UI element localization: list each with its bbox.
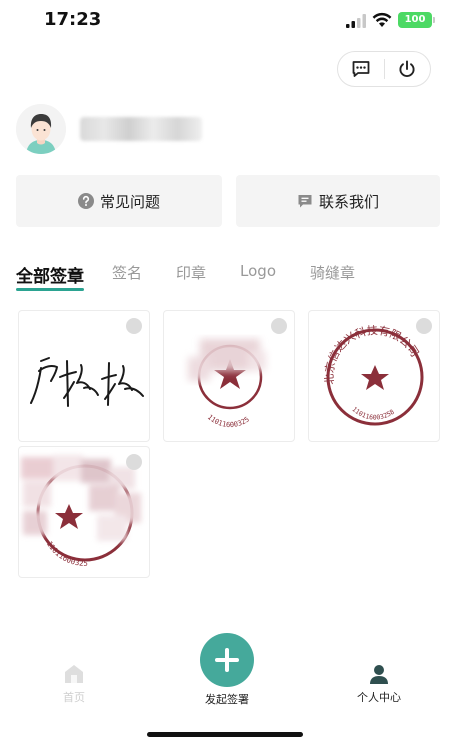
tab-seam-seal[interactable]: 骑缝章 xyxy=(310,262,355,283)
signal-icon xyxy=(346,14,366,28)
top-actions xyxy=(337,51,431,87)
create-signing-label: 发起签署 xyxy=(205,693,249,706)
power-button[interactable] xyxy=(385,52,431,86)
wifi-icon xyxy=(372,12,392,27)
nav-home-label: 首页 xyxy=(63,691,85,704)
faq-label: 常见问题 xyxy=(99,192,160,211)
seal-card-stamp-2[interactable]: 北京信达兴科技有限公司 110116003258 xyxy=(308,310,440,442)
seal-tabs: 全部签章 签名 印章 Logo 骑缝章 xyxy=(16,262,389,292)
contact-us-button[interactable]: 联系我们 xyxy=(236,175,440,227)
battery-indicator: 100 xyxy=(398,12,435,28)
nav-home[interactable]: 首页 xyxy=(44,663,104,705)
message-icon xyxy=(298,195,312,208)
select-checkbox[interactable] xyxy=(126,454,142,470)
faq-button[interactable]: 常见问题 xyxy=(16,175,222,227)
question-icon xyxy=(77,193,94,209)
select-checkbox[interactable] xyxy=(126,318,142,334)
avatar-icon xyxy=(16,104,66,154)
plus-icon xyxy=(215,648,239,672)
status-bar: 17:23 100 xyxy=(0,0,450,44)
tab-logo[interactable]: Logo xyxy=(240,262,276,280)
svg-text:11011600325: 11011600325 xyxy=(45,540,88,568)
create-signing-button[interactable] xyxy=(200,633,254,687)
seal-card-stamp-3[interactable]: 11011600325 xyxy=(18,446,150,578)
tab-stamp[interactable]: 印章 xyxy=(176,262,206,283)
tab-all-seals[interactable]: 全部签章 xyxy=(16,262,84,291)
home-icon xyxy=(65,665,83,683)
seal-code: 11011600325 xyxy=(45,540,88,568)
power-icon xyxy=(399,60,415,77)
contact-label: 联系我们 xyxy=(318,192,379,211)
nav-personal-center[interactable]: 个人中心 xyxy=(344,663,414,705)
user-name-blurred xyxy=(80,117,202,141)
home-indicator xyxy=(147,732,303,737)
seal-card-stamp-1[interactable]: 11011600325 xyxy=(163,310,295,442)
status-time: 17:23 xyxy=(44,9,102,30)
message-button[interactable] xyxy=(338,52,384,86)
select-checkbox[interactable] xyxy=(271,318,287,334)
avatar[interactable] xyxy=(16,104,66,154)
message-icon xyxy=(352,61,370,77)
nav-personal-center-label: 个人中心 xyxy=(357,691,401,704)
tab-signature[interactable]: 签名 xyxy=(112,262,142,283)
svg-text:11011600325: 11011600325 xyxy=(206,413,251,429)
select-checkbox[interactable] xyxy=(416,318,432,334)
bottom-nav: 首页 发起签署 个人中心 xyxy=(0,630,450,743)
seal-card-signature[interactable] xyxy=(18,310,150,442)
person-icon xyxy=(370,665,388,684)
seal-code: 11011600325 xyxy=(206,413,251,429)
